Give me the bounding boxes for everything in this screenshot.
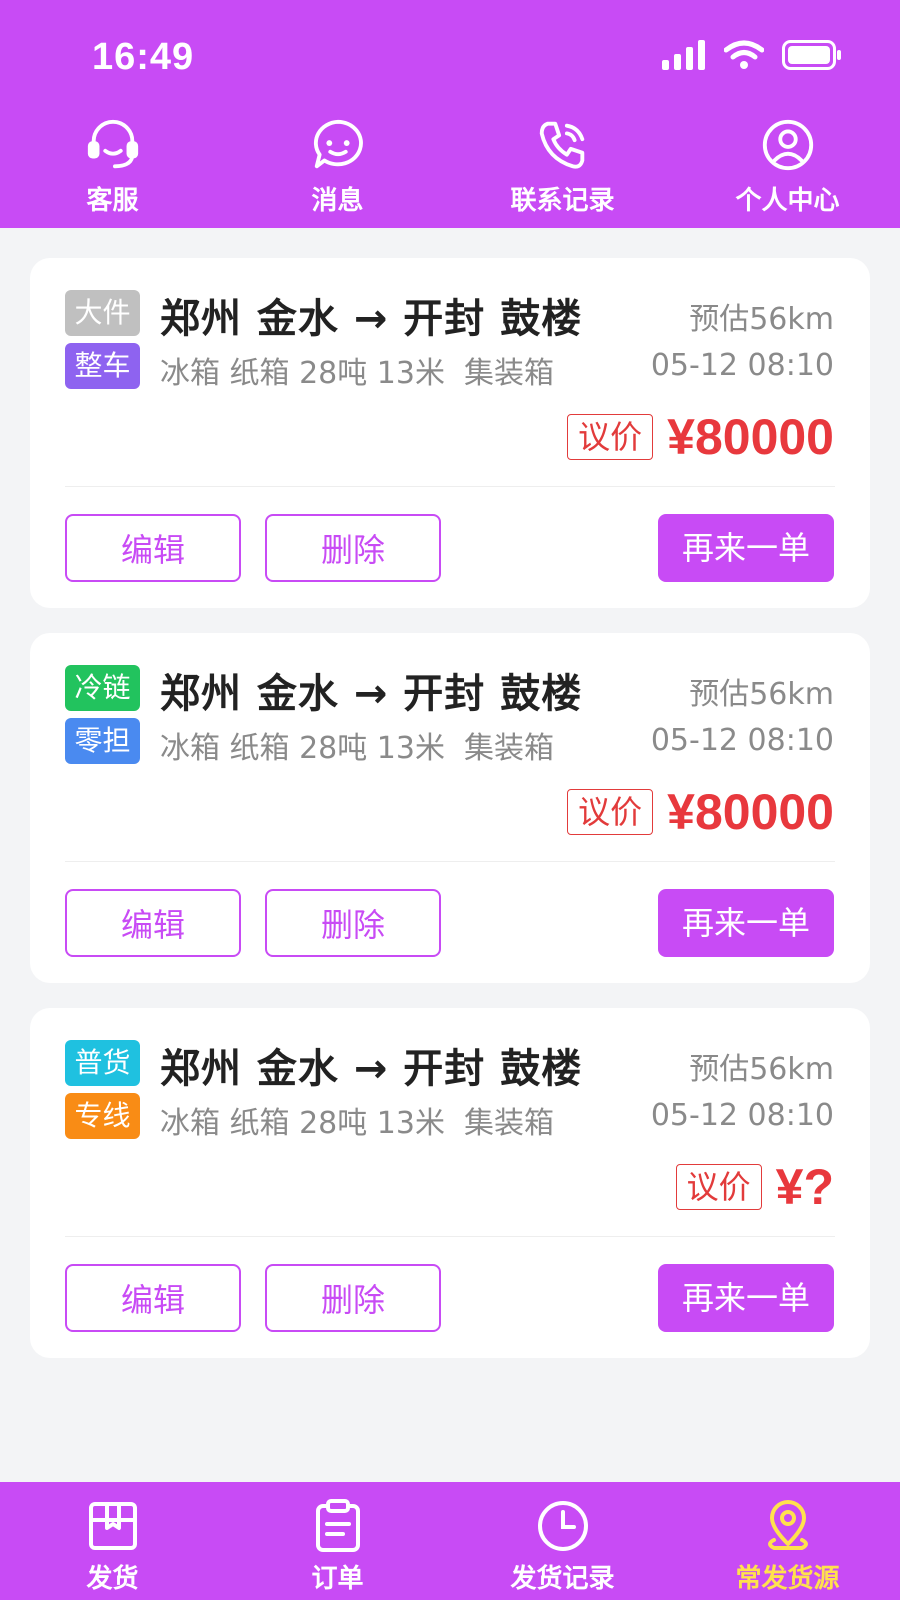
status-icons bbox=[662, 40, 842, 70]
tab-label: 发货记录 bbox=[510, 1564, 615, 1594]
tab-orders[interactable]: 订单 bbox=[225, 1482, 450, 1600]
reorder-button[interactable]: 再来一单 bbox=[658, 889, 834, 957]
top-nav-contact-log[interactable]: 联系记录 bbox=[450, 116, 675, 220]
chat-bubble-icon bbox=[313, 119, 363, 169]
tab-ship[interactable]: 发货 bbox=[0, 1482, 225, 1600]
clipboard-icon bbox=[315, 1499, 360, 1552]
cargo-info: 冰箱 纸箱 28吨 13米 集装箱 bbox=[160, 1106, 555, 1141]
top-nav-profile[interactable]: 个人中心 bbox=[675, 116, 900, 220]
distance: 预估56km bbox=[689, 302, 834, 337]
edit-button[interactable]: 编辑 bbox=[65, 1264, 241, 1332]
negotiable-badge: 议价 bbox=[567, 414, 654, 460]
tab-label: 常发货源 bbox=[735, 1564, 840, 1594]
tag-type: 零担 bbox=[65, 718, 140, 764]
status-time: 16:49 bbox=[92, 36, 195, 78]
price-row: 议价 ¥80000 bbox=[567, 783, 834, 841]
tag-category: 冷链 bbox=[65, 665, 140, 711]
tag-type: 专线 bbox=[65, 1093, 140, 1139]
wifi-icon bbox=[724, 40, 764, 69]
box-icon bbox=[88, 1502, 137, 1550]
divider bbox=[65, 486, 835, 487]
price: ¥80000 bbox=[667, 409, 834, 465]
negotiable-badge: 议价 bbox=[567, 789, 654, 835]
divider bbox=[65, 861, 835, 862]
top-nav: 客服 消息 联系记录 个人中心 bbox=[0, 116, 900, 220]
top-nav-label: 联系记录 bbox=[510, 186, 615, 216]
distance: 预估56km bbox=[689, 1052, 834, 1087]
tag-type: 整车 bbox=[65, 343, 140, 389]
tag-category: 普货 bbox=[65, 1040, 140, 1086]
datetime: 05-12 08:10 bbox=[650, 723, 834, 758]
reorder-button[interactable]: 再来一单 bbox=[658, 1264, 834, 1332]
top-nav-customer-service[interactable]: 客服 bbox=[0, 116, 225, 220]
reorder-button[interactable]: 再来一单 bbox=[658, 514, 834, 582]
top-nav-label: 个人中心 bbox=[735, 186, 840, 216]
tab-shipping-history[interactable]: 发货记录 bbox=[450, 1482, 675, 1600]
shipment-card[interactable]: 冷链 零担 郑州 金水 → 开封 鼓楼 预估56km 冰箱 纸箱 28吨 13米… bbox=[30, 633, 870, 983]
price-row: 议价 ¥? bbox=[675, 1158, 834, 1216]
route: 郑州 金水 → 开封 鼓楼 bbox=[160, 1046, 583, 1092]
delete-button[interactable]: 删除 bbox=[265, 514, 441, 582]
top-nav-label: 客服 bbox=[86, 186, 139, 216]
phone-log-icon bbox=[539, 121, 584, 169]
user-icon bbox=[762, 119, 813, 171]
tag-category: 大件 bbox=[65, 290, 140, 336]
divider bbox=[65, 1236, 835, 1237]
datetime: 05-12 08:10 bbox=[650, 1098, 834, 1133]
route: 郑州 金水 → 开封 鼓楼 bbox=[160, 671, 583, 717]
signal-icon bbox=[662, 40, 705, 70]
negotiable-badge: 议价 bbox=[675, 1164, 762, 1210]
edit-button[interactable]: 编辑 bbox=[65, 889, 241, 957]
shipment-card[interactable]: 普货 专线 郑州 金水 → 开封 鼓楼 预估56km 冰箱 纸箱 28吨 13米… bbox=[30, 1008, 870, 1358]
price: ¥? bbox=[775, 1159, 834, 1215]
route: 郑州 金水 → 开封 鼓楼 bbox=[160, 296, 583, 342]
delete-button[interactable]: 删除 bbox=[265, 1264, 441, 1332]
distance: 预估56km bbox=[689, 677, 834, 712]
tab-label: 发货 bbox=[86, 1564, 139, 1594]
tab-frequent-sources[interactable]: 常发货源 bbox=[675, 1482, 900, 1600]
headset-icon bbox=[87, 119, 138, 169]
bottom-nav: 发货 订单 发货记录 常发货源 bbox=[0, 1482, 900, 1600]
header: 16:49 客服 消息 联系记录 个人中心 bbox=[0, 0, 900, 228]
top-nav-label: 消息 bbox=[311, 186, 364, 216]
edit-button[interactable]: 编辑 bbox=[65, 514, 241, 582]
cargo-info: 冰箱 纸箱 28吨 13米 集装箱 bbox=[160, 356, 555, 391]
cargo-info: 冰箱 纸箱 28吨 13米 集装箱 bbox=[160, 731, 555, 766]
delete-button[interactable]: 删除 bbox=[265, 889, 441, 957]
price: ¥80000 bbox=[667, 784, 834, 840]
tab-label: 订单 bbox=[311, 1564, 364, 1594]
battery-icon bbox=[782, 40, 841, 70]
location-pin-icon bbox=[767, 1500, 808, 1550]
clock-icon bbox=[537, 1501, 588, 1551]
top-nav-messages[interactable]: 消息 bbox=[225, 116, 450, 220]
datetime: 05-12 08:10 bbox=[650, 348, 834, 383]
shipment-card[interactable]: 大件 整车 郑州 金水 → 开封 鼓楼 预估56km 冰箱 纸箱 28吨 13米… bbox=[30, 258, 870, 608]
price-row: 议价 ¥80000 bbox=[567, 408, 834, 466]
shipment-list: 大件 整车 郑州 金水 → 开封 鼓楼 预估56km 冰箱 纸箱 28吨 13米… bbox=[30, 258, 870, 1383]
